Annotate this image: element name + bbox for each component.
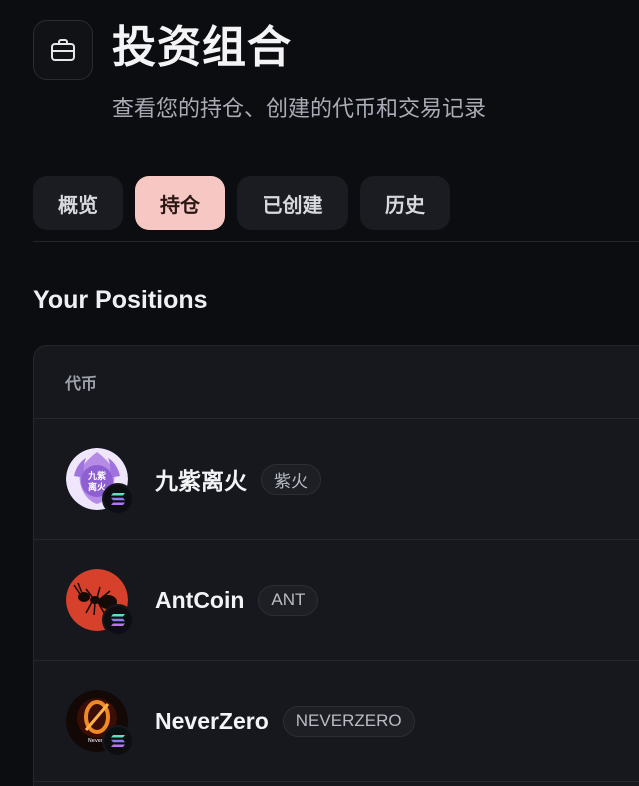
divider [33,241,639,242]
column-header-token[interactable]: 代币 [65,370,97,394]
token-avatar-wrap: Never 0 [66,690,134,757]
token-symbol-badge: NEVERZERO [282,705,415,737]
token-name[interactable]: NeverZero [155,708,269,735]
token-avatar-wrap [66,569,134,636]
solana-icon [102,725,134,757]
page-subtitle: 查看您的持仓、创建的代币和交易记录 [112,96,487,121]
section-title: Your Positions [33,286,208,314]
token-symbol-badge: 紫火 [261,463,321,495]
tab-bar: 概览 持仓 已创建 历史 [33,176,450,230]
page-title: 投资组合 [112,23,292,72]
solana-icon [102,604,134,636]
token-symbol-badge: ANT [258,584,319,616]
portfolio-page: 投资组合 查看您的持仓、创建的代币和交易记录 概览 持仓 已创建 历史 Your… [0,0,639,786]
table-header: 代币 [34,346,639,419]
table-row[interactable]: Never 0 NeverZero NEVERZERO [34,661,639,782]
tab-holdings[interactable]: 持仓 [135,176,225,230]
tab-created[interactable]: 已创建 [237,176,348,230]
solana-icon [102,483,134,515]
tab-history[interactable]: 历史 [360,176,450,230]
positions-table: 代币 九紫 离火 九紫离火 紫火 AntCoin ANT Never 0 Nev… [33,345,639,786]
avatar-text-top: 九紫 [87,470,106,482]
token-name[interactable]: 九紫离火 [155,462,247,496]
token-name[interactable]: AntCoin [155,587,244,614]
token-avatar-wrap: 九紫 离火 [66,448,134,515]
tab-overview[interactable]: 概览 [33,176,123,230]
briefcase-icon [33,20,93,80]
table-row[interactable]: 九紫 离火 九紫离火 紫火 [34,419,639,540]
table-row[interactable]: AntCoin ANT [34,540,639,661]
